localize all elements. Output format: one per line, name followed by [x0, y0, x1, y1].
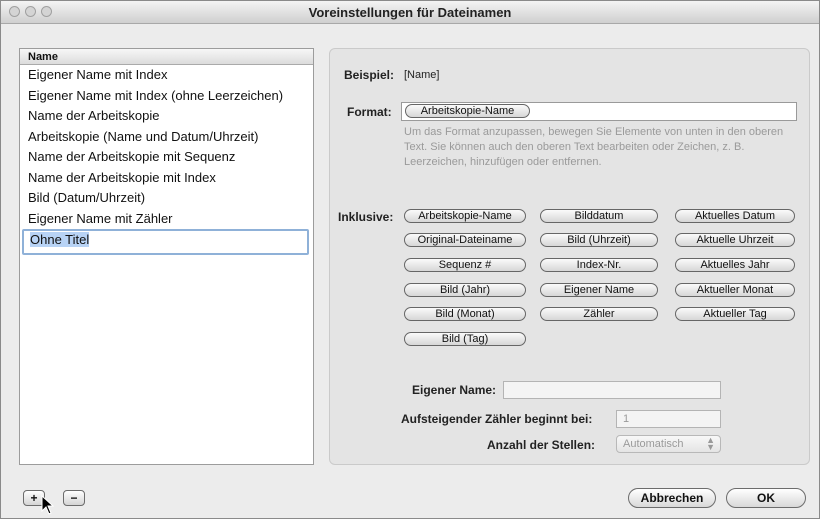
- token-button[interactable]: Aktuelle Uhrzeit: [675, 233, 795, 247]
- popup-arrows-icon: ▲ ▼: [706, 435, 715, 452]
- format-field[interactable]: Arbeitskopie-Name: [401, 102, 797, 121]
- token-button[interactable]: Aktuelles Jahr: [675, 258, 795, 272]
- digits-popup[interactable]: Automatisch ▲ ▼: [616, 435, 721, 453]
- title-bar: Voreinstellungen für Dateinamen: [1, 1, 819, 24]
- example-label: Beispiel:: [344, 68, 395, 82]
- preset-list[interactable]: Name Eigener Name mit Index Eigener Name …: [19, 48, 314, 465]
- token-button[interactable]: Index-Nr.: [540, 258, 658, 272]
- list-item[interactable]: Eigener Name mit Zähler: [20, 209, 313, 230]
- list-item[interactable]: Eigener Name mit Index (ohne Leerzeichen…: [20, 86, 313, 107]
- counter-start-label: Aufsteigender Zähler beginnt bei:: [401, 412, 593, 426]
- token-button[interactable]: Original-Dateiname: [404, 233, 526, 247]
- list-item[interactable]: Eigener Name mit Index: [20, 65, 313, 86]
- list-item[interactable]: Name der Arbeitskopie: [20, 106, 313, 127]
- token-button[interactable]: Arbeitskopie-Name: [404, 209, 526, 223]
- ok-button[interactable]: OK: [726, 488, 806, 508]
- remove-button[interactable]: −: [63, 490, 85, 506]
- format-label: Format:: [347, 105, 392, 119]
- token-button[interactable]: Bild (Tag): [404, 332, 526, 346]
- digits-label: Anzahl der Stellen:: [487, 438, 596, 452]
- token-button[interactable]: Zähler: [540, 307, 658, 321]
- token-button[interactable]: Bild (Jahr): [404, 283, 526, 297]
- token-button[interactable]: Aktuelles Datum: [675, 209, 795, 223]
- preferences-window: Voreinstellungen für Dateinamen Name Eig…: [0, 0, 820, 519]
- list-item[interactable]: Bild (Datum/Uhrzeit): [20, 188, 313, 209]
- example-value: [Name]: [404, 69, 440, 81]
- token-button[interactable]: Bilddatum: [540, 209, 658, 223]
- custom-name-input[interactable]: [503, 381, 721, 399]
- token-button[interactable]: Aktueller Monat: [675, 283, 795, 297]
- format-token[interactable]: Arbeitskopie-Name: [405, 104, 530, 118]
- token-button[interactable]: Eigener Name: [540, 283, 658, 297]
- list-header-name[interactable]: Name: [20, 49, 313, 65]
- cancel-button[interactable]: Abbrechen: [628, 488, 716, 508]
- token-button[interactable]: Sequenz #: [404, 258, 526, 272]
- custom-name-label: Eigener Name:: [412, 383, 497, 397]
- editing-item-text[interactable]: Ohne Titel: [30, 232, 90, 247]
- inklusive-label: Inklusive:: [338, 210, 394, 224]
- digits-value: Automatisch: [623, 438, 684, 450]
- token-button[interactable]: Bild (Uhrzeit): [540, 233, 658, 247]
- token-button[interactable]: Bild (Monat): [404, 307, 526, 321]
- format-help-text: Um das Format anzupassen, bewegen Sie El…: [404, 126, 784, 168]
- token-button[interactable]: Aktueller Tag: [675, 307, 795, 321]
- list-item-editing[interactable]: Ohne Titel: [22, 229, 309, 255]
- list-items: Eigener Name mit Index Eigener Name mit I…: [20, 65, 313, 229]
- counter-start-input[interactable]: 1: [616, 410, 721, 428]
- list-item[interactable]: Arbeitskopie (Name und Datum/Uhrzeit): [20, 127, 313, 148]
- window-title: Voreinstellungen für Dateinamen: [308, 5, 512, 20]
- list-item[interactable]: Name der Arbeitskopie mit Index: [20, 168, 313, 189]
- list-item[interactable]: Name der Arbeitskopie mit Sequenz: [20, 147, 313, 168]
